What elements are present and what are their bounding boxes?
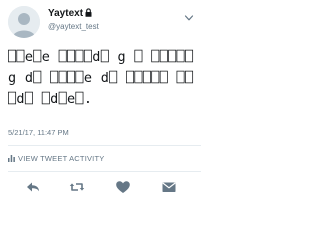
user-handle: @yaytext_test xyxy=(48,22,99,31)
display-name-row: Yaytext xyxy=(48,8,99,20)
like-icon xyxy=(116,181,130,193)
direct-message-button[interactable] xyxy=(160,178,178,196)
view-tweet-activity-label: VIEW TWEET ACTIVITY xyxy=(18,154,105,163)
divider xyxy=(8,145,201,146)
tweet-header: Yaytext @yaytext_test xyxy=(8,6,194,38)
retweet-icon xyxy=(69,183,85,191)
bar-chart-icon xyxy=(8,155,15,162)
retweet-button[interactable] xyxy=(68,178,86,196)
avatar[interactable] xyxy=(8,6,40,38)
direct-message-icon xyxy=(162,182,176,192)
lock-icon xyxy=(85,8,92,17)
tweet-timestamp: 5/21/17, 11:47 PM xyxy=(8,128,69,137)
like-button[interactable] xyxy=(114,178,132,196)
divider xyxy=(8,171,201,172)
tweet-actions xyxy=(0,178,201,196)
default-profile-icon xyxy=(8,6,40,38)
chevron-down-icon[interactable] xyxy=(184,10,194,21)
tweet-text: ⎕⎕e⎕e ⎕⎕⎕⎕d⎕ g ⎕ ⎕⎕⎕⎕⎕ g d⎕ ⎕⎕⎕⎕e d⎕ ⎕⎕⎕… xyxy=(8,49,202,107)
display-name: Yaytext xyxy=(48,8,84,19)
reply-icon xyxy=(27,182,39,192)
user-names[interactable]: Yaytext @yaytext_test xyxy=(48,8,99,33)
view-tweet-activity-link[interactable]: VIEW TWEET ACTIVITY xyxy=(8,154,104,166)
reply-button[interactable] xyxy=(24,178,42,196)
